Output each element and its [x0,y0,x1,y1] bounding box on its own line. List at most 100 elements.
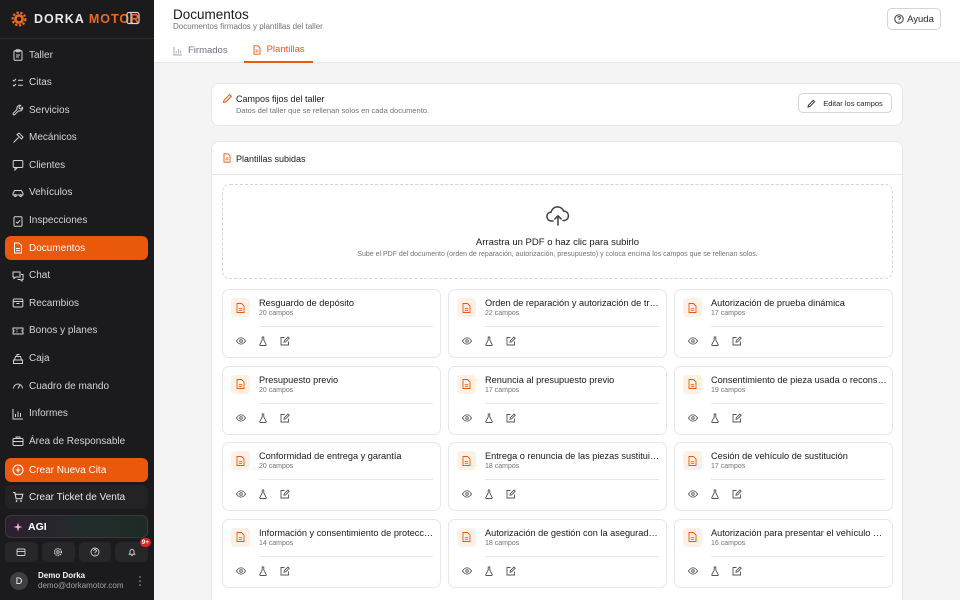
sidebar-collapse-icon[interactable] [126,11,140,25]
test-button[interactable] [258,566,268,576]
template-name: Autorización para presentar el vehículo … [711,527,887,538]
template-card[interactable]: Información y consentimiento de protecci… [222,518,441,588]
edit-button[interactable] [506,412,516,423]
eye-icon [236,490,246,498]
pdf-document-icon [236,379,245,389]
preview-button[interactable] [236,566,246,576]
settings-button[interactable] [41,542,75,562]
preview-button[interactable] [236,489,246,499]
edit-button[interactable] [280,336,290,346]
test-button[interactable] [258,336,268,346]
notifications-button[interactable]: 9+ [115,538,151,562]
help-quick-button[interactable] [78,542,112,562]
sidebar-item-documentos[interactable]: Documentos [5,236,148,261]
edit-button[interactable] [506,565,516,576]
template-field-count: 18 campos [485,463,520,470]
sidebar-item-taller[interactable]: Taller [5,43,148,67]
sidebar-divider [0,38,154,39]
edit-button[interactable] [732,565,742,576]
sidebar-item-inspecciones[interactable]: Inspecciones [5,209,148,233]
test-button[interactable] [258,413,268,423]
agi-button[interactable]: AGI [5,515,148,538]
sidebar-item-cuadro-de-mando[interactable]: Cuadro de mando [5,374,148,398]
preview-button[interactable] [462,336,472,346]
template-card[interactable]: Resguardo de depósito 20 campos [222,289,441,358]
test-button[interactable] [258,489,268,499]
edit-button[interactable] [732,489,742,499]
test-button[interactable] [710,489,720,499]
sidebar-item-recambios[interactable]: Recambios [5,291,148,315]
edit-button[interactable] [506,489,516,499]
test-button[interactable] [484,566,494,576]
test-button[interactable] [484,413,494,423]
template-card[interactable]: Cesión de vehículo de sustitución 17 camp… [674,442,893,511]
template-card[interactable]: Autorización de gestión con la asegurado… [448,518,667,588]
template-card[interactable]: Renuncia al presupuesto previo 17 campos [448,365,667,435]
tab-plantillas[interactable]: Plantillas [243,38,313,63]
sidebar-item-vehiculos[interactable]: Vehículos [5,181,148,205]
template-card[interactable]: Conformidad de entrega y garantía 20 camp… [222,442,441,511]
more-vertical-icon[interactable] [138,575,142,587]
preview-button[interactable] [462,413,472,423]
sidebar-item-label: Citas [29,77,52,89]
template-actions [236,336,302,346]
template-card[interactable]: Autorización de prueba dinámica 17 campos [674,289,893,358]
test-button[interactable] [710,336,720,346]
test-button[interactable] [484,336,494,346]
edit-button[interactable] [506,336,516,346]
edit-icon [280,489,290,499]
tab-firmados[interactable]: Firmados [173,38,228,63]
preview-button[interactable] [688,336,698,346]
preview-button[interactable] [688,413,698,423]
sidebar-item-informes[interactable]: Informes [5,402,148,426]
edit-icon [732,412,742,422]
sidebar-item-clientes[interactable]: Clientes [5,153,148,177]
edit-button[interactable] [732,412,742,423]
preview-button[interactable] [688,489,698,499]
flask-icon [711,413,719,423]
edit-button[interactable] [280,489,290,499]
help-button[interactable]: Ayuda [887,8,941,30]
test-button[interactable] [710,566,720,576]
template-actions [688,412,754,423]
sidebar-item-caja[interactable]: Caja [5,347,148,371]
pdf-document-icon [688,455,697,466]
template-card[interactable]: Entrega o renuncia de las piezas sustitu… [448,442,667,511]
sidebar-item-servicios[interactable]: Servicios [5,98,148,122]
template-card[interactable]: Autorización para presentar el vehículo … [674,518,893,588]
edit-button[interactable] [732,336,742,346]
help-label: Ayuda [907,13,934,25]
new-appointment-button[interactable]: Crear Nueva Cita [5,458,148,482]
templates-card: Plantillas subidas Arrastra un PDF o haz… [211,141,903,600]
template-card[interactable]: Presupuesto previo 20 campos [222,365,441,435]
template-field-count: 14 campos [259,539,294,547]
flask-icon [485,566,493,576]
new-ticket-button[interactable]: Crear Ticket de Venta [5,485,148,509]
edit-button[interactable] [280,565,290,576]
wallet-button[interactable] [5,542,38,562]
sidebar-item-mecanicos[interactable]: Mecánicos [5,126,148,150]
sidebar-item-citas[interactable]: Citas [5,71,148,95]
pencil-icon [807,99,816,108]
template-card[interactable]: Consentimiento de pieza usada o reconstr… [674,365,893,435]
sidebar-item-chat[interactable]: Chat [5,264,148,288]
sidebar-item-area-de-responsable[interactable]: Área de Responsable [5,429,148,453]
preview-button[interactable] [236,413,246,423]
question-circle-icon [894,14,904,24]
user-profile[interactable]: D Demo Dorka demo@dorkamotor.com [10,571,148,591]
edit-button[interactable] [280,412,290,423]
template-name: Autorización de gestión con la asegurado… [485,527,661,538]
sidebar-item-bonos-y-planes[interactable]: Bonos y planes [5,319,148,343]
template-file-icon [457,451,476,470]
template-card[interactable]: Orden de reparación y autorización de tr… [448,289,667,358]
preview-button[interactable] [236,336,246,346]
test-button[interactable] [484,489,494,499]
preview-button[interactable] [462,566,472,576]
test-button[interactable] [710,413,720,423]
brand[interactable]: DORKA MOTOR [10,9,140,29]
edit-fields-button[interactable]: Editar los campos [798,93,892,113]
preview-button[interactable] [462,489,472,499]
upload-dropzone[interactable]: Arrastra un PDF o haz clic para subirlo … [222,184,893,279]
preview-button[interactable] [688,566,698,576]
edit-icon [732,489,742,499]
